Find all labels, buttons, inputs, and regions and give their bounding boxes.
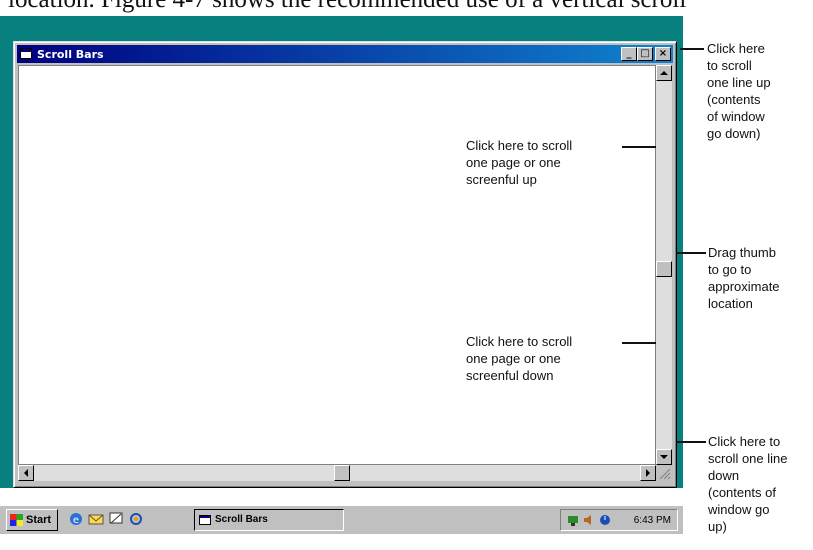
callout-text: (contents of [708, 485, 776, 500]
callout-scroll-page-up: Click here to scroll one page or one scr… [466, 137, 572, 188]
callout-text: screenful up [466, 172, 537, 187]
callout-text: Drag thumb [708, 245, 776, 260]
callout-text: of window [707, 109, 765, 124]
client-area[interactable] [18, 65, 656, 465]
taskbar-button-label: Scroll Bars [215, 514, 268, 525]
callout-drag-thumb: Drag thumb to go to approximate location [708, 244, 780, 312]
callout-text: Click here to [708, 434, 781, 449]
horizontal-scrollbar[interactable] [18, 465, 656, 481]
channels-icon[interactable] [128, 511, 144, 527]
scroll-left-button[interactable] [18, 465, 34, 481]
callout-text: to scroll [707, 58, 752, 73]
callout-text: one page or one [466, 155, 561, 170]
arrow-down-icon [660, 455, 668, 459]
scroll-up-button[interactable] [656, 65, 672, 81]
windows-logo-icon [10, 514, 23, 526]
minimize-button[interactable]: _ [621, 47, 637, 61]
network-icon[interactable] [567, 514, 579, 526]
callout-text: Click here [707, 41, 765, 56]
scroll-right-button[interactable] [640, 465, 656, 481]
callout-text: window go [708, 502, 770, 517]
desktop-icon[interactable] [108, 511, 124, 527]
callout-text: down [708, 468, 740, 483]
callout-text: up) [708, 519, 727, 534]
window-title: Scroll Bars [37, 48, 104, 61]
start-button[interactable]: Start [6, 509, 58, 531]
outlook-express-icon[interactable] [88, 511, 104, 527]
callout-text: Click here to scroll [466, 138, 573, 153]
scroll-bars-window: Scroll Bars _ □ × [13, 41, 677, 488]
size-grip[interactable] [656, 465, 672, 481]
arrow-left-icon [24, 469, 28, 477]
book-text-line: location. Figure 4-7 shows the recommend… [8, 0, 813, 14]
callout-leader-thumb [676, 252, 706, 254]
internet-explorer-icon[interactable]: e [68, 511, 84, 527]
callout-leader-line-down [676, 441, 706, 443]
arrow-right-icon [646, 469, 650, 477]
callout-text: location [708, 296, 753, 311]
callout-scroll-line-up: Click here to scroll one line up (conten… [707, 40, 771, 142]
vertical-scroll-thumb[interactable] [656, 261, 672, 277]
callout-text: (contents [707, 92, 761, 107]
callout-text: one line up [707, 75, 771, 90]
volume-icon[interactable] [583, 514, 595, 526]
scheduler-icon[interactable] [599, 514, 611, 526]
title-bar[interactable]: Scroll Bars _ □ × [17, 45, 673, 63]
taskbar: Start e Scroll Bars 6:43 PM [0, 505, 683, 534]
close-button[interactable]: × [655, 47, 671, 61]
callout-text: screenful down [466, 368, 554, 383]
scroll-down-button[interactable] [656, 449, 672, 465]
callout-scroll-line-down: Click here to scroll one line down (cont… [708, 433, 788, 535]
callout-text: Click here to scroll [466, 334, 573, 349]
window-app-icon [199, 515, 211, 525]
window-app-icon[interactable] [20, 48, 32, 59]
callout-text: one page or one [466, 351, 561, 366]
callout-scroll-page-down: Click here to scroll one page or one scr… [466, 333, 572, 384]
start-label: Start [26, 514, 52, 526]
vertical-scrollbar[interactable] [656, 65, 672, 465]
horizontal-scroll-thumb[interactable] [334, 465, 350, 481]
desktop: Scroll Bars _ □ × Start e Scroll Bars 6:… [0, 16, 683, 534]
system-tray: 6:43 PM [560, 509, 678, 531]
callout-text: scroll one line [708, 451, 788, 466]
maximize-button[interactable]: □ [637, 47, 653, 61]
resize-grip-icon [659, 468, 671, 480]
callout-leader-line-up [680, 48, 704, 50]
callout-leader-page-down [622, 342, 656, 344]
system-clock: 6:43 PM [633, 515, 671, 526]
callout-text: approximate [708, 279, 780, 294]
callout-text: to go to [708, 262, 752, 277]
svg-text:e: e [73, 515, 79, 526]
taskbar-button-scroll-bars[interactable]: Scroll Bars [194, 509, 344, 531]
arrow-up-icon [660, 71, 668, 75]
callout-leader-page-up [622, 146, 656, 148]
callout-text: go down) [707, 126, 761, 141]
